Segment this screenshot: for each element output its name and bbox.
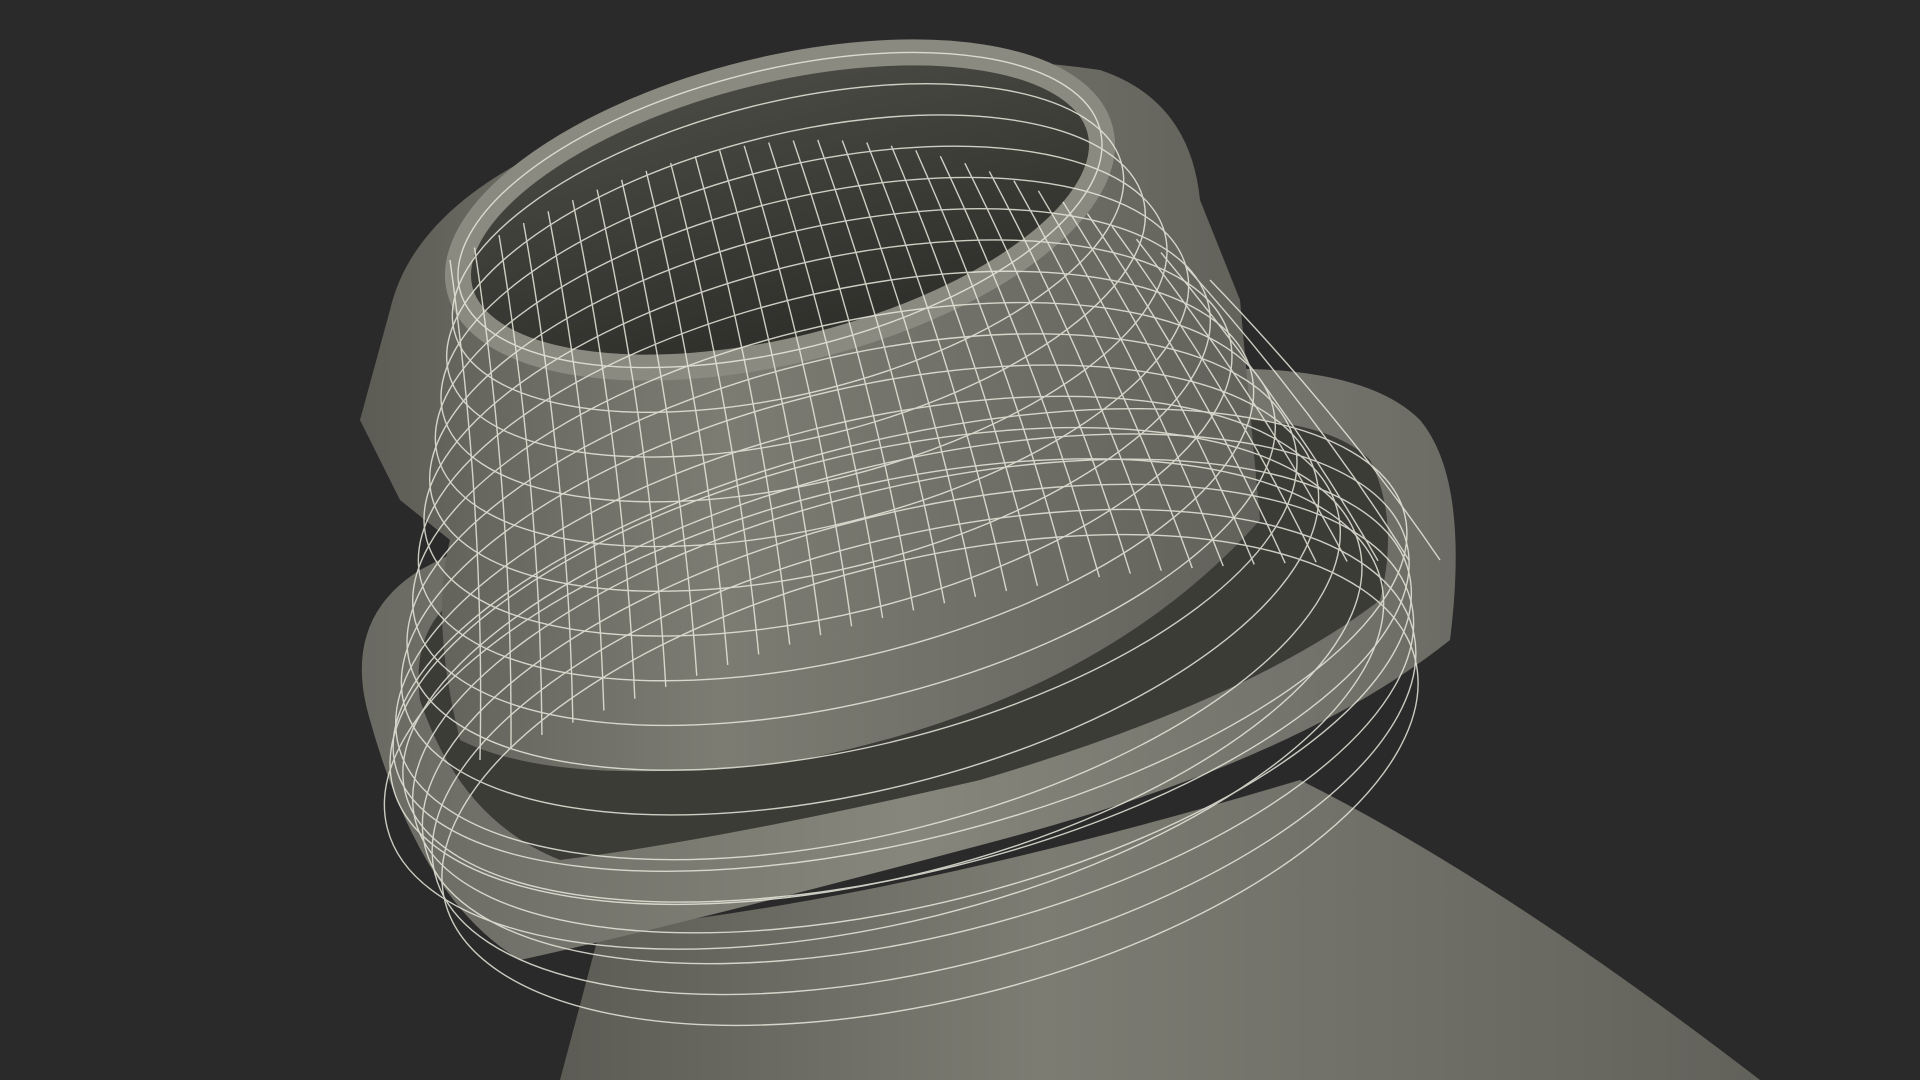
viewport <box>0 0 1920 1080</box>
wireframe-render <box>360 39 1760 1080</box>
